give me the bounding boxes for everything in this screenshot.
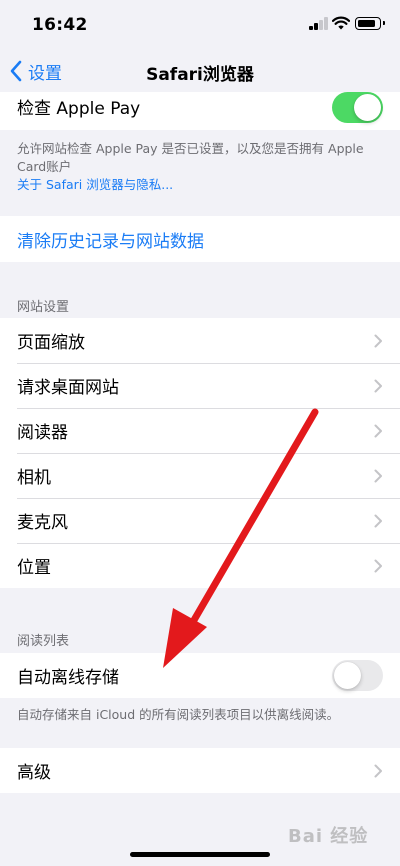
reading-list-footer: 自动存储来自 iCloud 的所有阅读列表项目以供离线阅读。 [17, 707, 340, 722]
website-setting-label: 相机 [17, 468, 51, 488]
reading-list-header: 阅读列表 [17, 634, 70, 649]
website-setting-label: 位置 [17, 558, 51, 578]
advanced-row[interactable]: 高级 [0, 748, 400, 793]
website-setting-label: 请求桌面网站 [17, 378, 119, 398]
apple-pay-row: 检查 Apple Pay [0, 92, 400, 130]
apple-pay-group: 检查 Apple Pay [0, 92, 400, 130]
apple-pay-footer: 允许网站检查 Apple Pay 是否已设置，以及您是否拥有 Apple Car… [17, 140, 387, 194]
website-settings-group: 页面缩放请求桌面网站 阅读器相机麦克风位置 [0, 318, 400, 588]
safari-settings-screen: 16:42 设置 Safari浏览器 检查 Apple Pay 允许网站检查 A… [0, 0, 400, 866]
clear-history-group: 清除历史记录与网站数据 [0, 216, 400, 262]
cellular-signal-icon [309, 17, 329, 30]
status-bar: 16:42 [0, 0, 400, 52]
chevron-right-icon [374, 424, 382, 438]
reading-list-group: 自动离线存储 [0, 653, 400, 698]
apple-pay-toggle[interactable] [332, 92, 383, 123]
wifi-icon [332, 16, 350, 30]
website-setting-row[interactable]: 位置 [0, 543, 400, 588]
navigation-bar: 设置 Safari浏览器 [0, 52, 400, 92]
chevron-right-icon [374, 469, 382, 483]
page-title: Safari浏览器 [146, 65, 254, 85]
chevron-right-icon [374, 379, 382, 393]
website-setting-label: 阅读器 [17, 423, 68, 443]
website-setting-label: 麦克风 [17, 513, 68, 533]
chevron-right-icon [374, 764, 382, 778]
advanced-group: 高级 [0, 748, 400, 793]
apple-pay-label: 检查 Apple Pay [17, 98, 141, 119]
privacy-link[interactable]: 关于 Safari 浏览器与隐私... [17, 176, 387, 194]
watermark: Bai 经验 [288, 826, 369, 847]
offline-save-toggle[interactable] [332, 660, 383, 691]
website-setting-row[interactable]: 页面缩放 [0, 318, 400, 363]
advanced-label: 高级 [17, 763, 51, 783]
offline-save-row: 自动离线存储 [0, 653, 400, 698]
website-setting-row[interactable]: 麦克风 [0, 498, 400, 543]
chevron-right-icon [374, 514, 382, 528]
apple-pay-footer-text: 允许网站检查 Apple Pay 是否已设置，以及您是否拥有 Apple Car… [17, 141, 364, 174]
website-setting-label: 页面缩放 [17, 333, 85, 353]
clear-history-label: 清除历史记录与网站数据 [17, 231, 204, 252]
battery-icon [355, 17, 385, 30]
chevron-right-icon [374, 559, 382, 573]
home-indicator [130, 852, 270, 857]
website-settings-header: 网站设置 [17, 300, 70, 315]
website-setting-row[interactable]: 阅读器 [0, 408, 400, 453]
website-setting-row[interactable]: 相机 [0, 453, 400, 498]
website-setting-row[interactable]: 请求桌面网站 [0, 363, 400, 408]
offline-save-label: 自动离线存储 [17, 668, 119, 688]
chevron-right-icon [374, 334, 382, 348]
clear-history-button[interactable]: 清除历史记录与网站数据 [0, 216, 400, 262]
status-time: 16:42 [32, 15, 88, 35]
